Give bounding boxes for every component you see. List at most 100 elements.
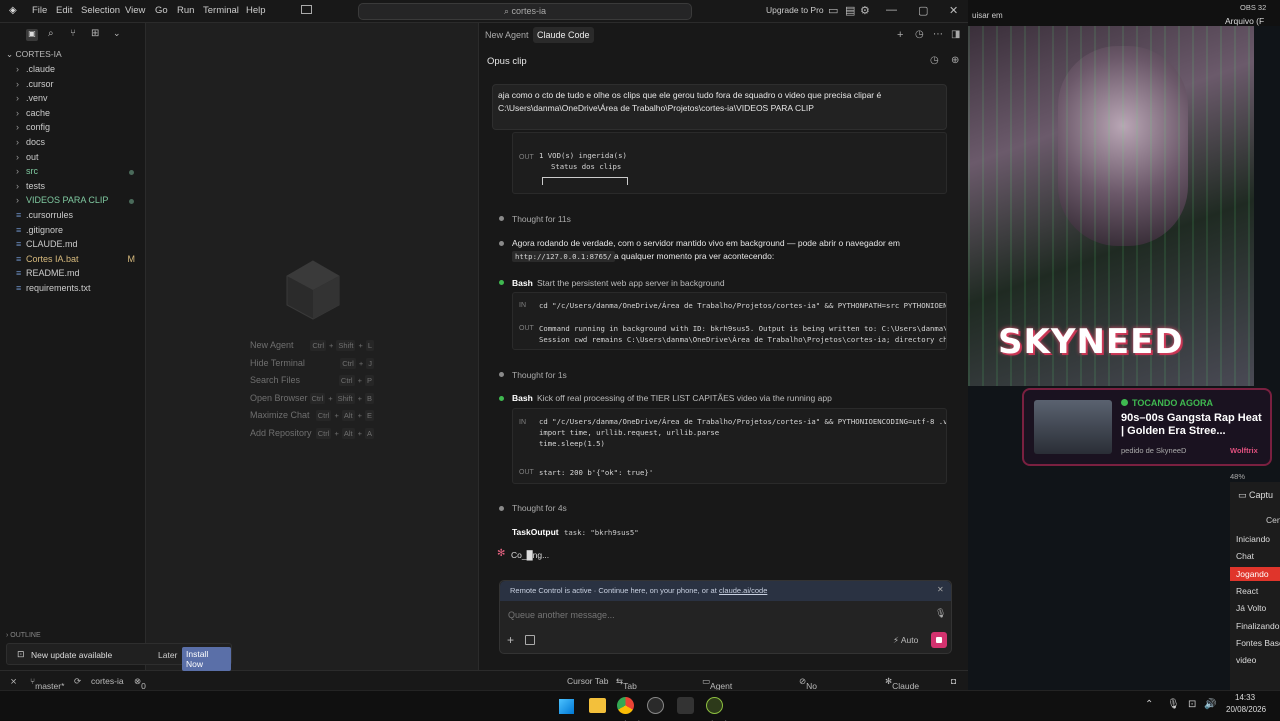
folder-item[interactable]: › out <box>0 152 146 166</box>
menu-help[interactable]: Help <box>246 5 266 16</box>
volume-icon[interactable]: 🔊 <box>1204 699 1216 710</box>
thought-label[interactable]: Thought for 4s <box>512 503 567 513</box>
microphone-icon[interactable]: 🎙 <box>935 608 946 619</box>
obs-icon[interactable] <box>647 697 664 714</box>
thought-label[interactable]: Thought for 11s <box>512 214 571 224</box>
shortcut-label[interactable]: Open Browser <box>250 393 308 403</box>
file-explorer-icon[interactable] <box>589 698 606 713</box>
menu-file[interactable]: File <box>32 5 47 16</box>
shortcut-label[interactable]: Maximize Chat <box>250 410 310 420</box>
chrome-icon[interactable] <box>617 697 634 714</box>
maximize-button[interactable]: ▢ <box>918 4 928 17</box>
file-item[interactable]: ≡ README.md <box>0 268 146 282</box>
sync-icon[interactable]: ⟳ <box>74 676 81 687</box>
close-button[interactable]: ✕ <box>949 4 958 17</box>
notifications-icon[interactable]: ◘ <box>951 676 956 686</box>
scene-item[interactable]: Já Volto <box>1230 601 1280 615</box>
tray-chevron-icon[interactable]: ⌃ <box>1145 699 1153 710</box>
menu-run[interactable]: Run <box>177 5 194 16</box>
remote-icon[interactable]: ⨯ <box>10 676 17 687</box>
cursor-app-icon[interactable] <box>677 697 694 714</box>
edit-icon[interactable] <box>525 635 535 645</box>
folder-item[interactable]: › .cursor <box>0 79 146 93</box>
file-item[interactable]: ≡ Cortes IA.bat M <box>0 254 146 268</box>
file-item[interactable]: ≡ requirements.txt <box>0 283 146 297</box>
cursor-tab-status[interactable]: Cursor Tab <box>567 676 608 686</box>
outline-section[interactable]: › OUTLINE <box>6 632 41 639</box>
settings-icon[interactable]: ⊕ <box>951 55 959 66</box>
app-icon[interactable] <box>706 697 723 714</box>
clock-time[interactable]: 14:33 <box>1235 693 1255 702</box>
toggle-sidebar-icon[interactable] <box>301 5 312 14</box>
chevron-down-icon[interactable]: ⌄ <box>113 28 121 39</box>
file-item[interactable]: ≡ CLAUDE.md <box>0 239 146 253</box>
settings-icon[interactable]: ⚙ <box>860 4 870 17</box>
folder-item[interactable]: › config <box>0 122 146 136</box>
scene-item[interactable]: video <box>1230 653 1280 667</box>
shortcut-label[interactable]: Search Files <box>250 375 300 385</box>
install-now-button[interactable]: Install Now <box>182 647 231 671</box>
add-attachment-icon[interactable]: + <box>507 633 514 647</box>
folder-item[interactable]: › cache <box>0 108 146 122</box>
menu-edit[interactable]: Edit <box>56 5 72 16</box>
folder-item[interactable]: › tests <box>0 181 146 195</box>
files-icon[interactable]: ▣ <box>26 29 38 41</box>
file-item[interactable]: ≡ .gitignore <box>0 225 146 239</box>
problems-status[interactable]: ⊗ 0 ⚠ 0 <box>134 676 149 712</box>
layout-icon[interactable]: ▭ <box>828 4 838 17</box>
scene-item[interactable]: Iniciando <box>1230 532 1280 546</box>
shortcut-label[interactable]: Add Repository <box>250 428 312 438</box>
server-url-link[interactable]: http://127.0.0.1:8765/ <box>512 251 615 262</box>
menu-view[interactable]: View <box>125 5 145 16</box>
menu-go[interactable]: Go <box>155 5 168 16</box>
thought-label[interactable]: Thought for 1s <box>512 370 567 380</box>
commit-status[interactable]: ⊘ No commit scored <box>799 676 834 711</box>
extensions-icon[interactable]: ⊞ <box>91 28 99 39</box>
upgrade-link[interactable]: Upgrade to Pro <box>766 5 824 15</box>
scene-item[interactable]: Chat <box>1230 549 1280 563</box>
folder-item[interactable]: › src <box>0 166 146 180</box>
branch-status[interactable]: ⑂ master* <box>30 676 64 691</box>
later-button[interactable]: Later <box>158 650 177 660</box>
folder-item[interactable]: › VIDEOS PARA CLIP <box>0 195 146 209</box>
search-files-icon[interactable]: ⌕ <box>48 28 54 39</box>
clock-date[interactable]: 20/08/2026 <box>1226 705 1266 714</box>
scene-item[interactable]: Fontes Base <box>1230 636 1280 650</box>
stop-button[interactable] <box>931 632 947 648</box>
scene-item[interactable]: Jogando <box>1230 566 1280 581</box>
explorer-root[interactable]: ⌄ CORTES-IA <box>6 49 62 60</box>
claude-status[interactable]: ✻ Claude Code <box>885 676 919 701</box>
tab-stats[interactable]: ⇆ Tab Stats: 0/0 (0%) <box>616 676 645 721</box>
shortcut-label[interactable]: Hide Terminal <box>250 358 305 368</box>
add-agent-icon[interactable]: + <box>897 29 903 41</box>
auto-mode-selector[interactable]: ⚡ Auto <box>893 635 918 646</box>
folder-item[interactable]: › .claude <box>0 64 146 78</box>
network-icon[interactable]: ⊡ <box>1188 699 1196 710</box>
menu-terminal[interactable]: Terminal <box>203 5 239 16</box>
bash-description[interactable]: Kick off real processing of the TIER LIS… <box>537 393 832 403</box>
close-banner-icon[interactable]: ✕ <box>937 585 944 594</box>
obs-menu-arquivo[interactable]: Arquivo (F <box>1225 16 1264 26</box>
agent-stats[interactable]: ▭ Agent Stats: 0/0 (0%) <box>702 676 732 721</box>
start-button[interactable] <box>559 699 574 714</box>
microphone-tray-icon[interactable]: 🎙 <box>1167 699 1180 710</box>
chat-icon[interactable]: ▤ <box>845 4 855 17</box>
clock-icon[interactable]: ◷ <box>930 55 939 66</box>
history-icon[interactable]: ◷ <box>915 29 924 40</box>
command-search-box[interactable]: ⌕ cortes-ia <box>358 3 692 20</box>
shortcut-label[interactable]: New Agent <box>250 340 294 350</box>
scene-item[interactable]: React <box>1230 584 1280 598</box>
captures-tab[interactable]: ▭ Captu <box>1238 490 1273 501</box>
folder-item[interactable]: › docs <box>0 137 146 151</box>
scene-item[interactable]: Finalizando <box>1230 619 1280 633</box>
bash-description[interactable]: Start the persistent web app server in b… <box>537 278 725 288</box>
more-options-icon[interactable]: ⋯ <box>933 29 943 40</box>
folder-item[interactable]: › .venv <box>0 93 146 107</box>
source-control-icon[interactable]: ⑂ <box>70 28 76 39</box>
tab-claude-code[interactable]: Claude Code <box>533 27 594 43</box>
remote-link[interactable]: claude.ai/code <box>719 586 767 595</box>
folder-label[interactable]: cortes-ia <box>91 676 124 686</box>
file-item[interactable]: ≡ .cursorrules <box>0 210 146 224</box>
panel-toggle-icon[interactable]: ◨ <box>951 29 960 40</box>
tab-new-agent[interactable]: New Agent <box>485 30 529 40</box>
